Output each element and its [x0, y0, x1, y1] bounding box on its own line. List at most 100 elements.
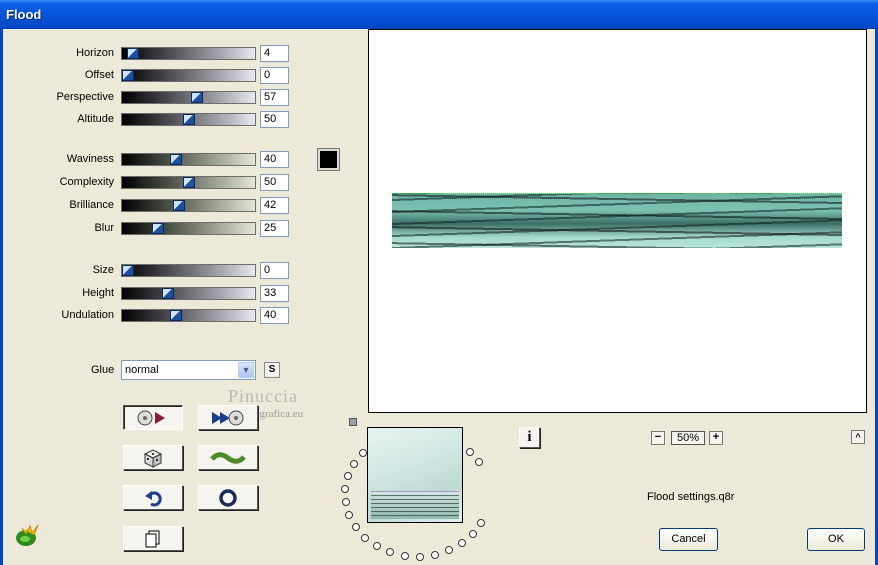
- settings-filename: Flood settings.q8r: [647, 491, 735, 503]
- preview-area[interactable]: [368, 29, 867, 413]
- navigator-dot[interactable]: [431, 550, 440, 559]
- navigator-dot[interactable]: [341, 498, 350, 507]
- wave-button[interactable]: [198, 445, 258, 470]
- slider-thumb[interactable]: [191, 92, 203, 103]
- slider-thumb[interactable]: [170, 310, 182, 321]
- slider-thumb[interactable]: [122, 265, 134, 276]
- navigator-dot[interactable]: [416, 552, 425, 561]
- zoom-out-button[interactable]: −: [651, 431, 665, 445]
- disk-to-play-button[interactable]: [198, 405, 258, 430]
- slider-track[interactable]: [121, 176, 256, 189]
- slider-value-field[interactable]: 57: [260, 89, 289, 106]
- ok-button[interactable]: OK: [807, 528, 865, 551]
- navigator-dot[interactable]: [386, 548, 395, 557]
- slider-thumb[interactable]: [170, 154, 182, 165]
- navigator-corner-handle[interactable]: [349, 418, 357, 426]
- slider-row-height: Height 33: [0, 285, 300, 303]
- navigator-thumbnail[interactable]: [367, 427, 463, 523]
- slider-label: Offset: [84, 69, 114, 81]
- slider-track[interactable]: [121, 309, 256, 322]
- navigator-dot[interactable]: [475, 458, 484, 467]
- random-button[interactable]: [123, 445, 183, 470]
- slider-thumb[interactable]: [152, 223, 164, 234]
- slider-track[interactable]: [121, 264, 256, 277]
- chevron-down-icon[interactable]: ▼: [238, 362, 254, 378]
- navigator-dot[interactable]: [358, 448, 367, 457]
- dice-icon: [143, 448, 163, 468]
- slider-track[interactable]: [121, 91, 256, 104]
- slider-thumb[interactable]: [122, 70, 134, 81]
- undo-icon: [145, 490, 162, 506]
- slider-thumb[interactable]: [173, 200, 185, 211]
- flood-preview-strip: [392, 193, 842, 248]
- slider-label: Undulation: [61, 309, 114, 321]
- slider-value-field[interactable]: 42: [260, 197, 289, 214]
- slider-row-perspective: Perspective 57: [0, 89, 300, 107]
- navigator-dot[interactable]: [351, 523, 360, 532]
- reset-button[interactable]: [198, 485, 258, 510]
- app-logo-icon: [16, 524, 39, 546]
- slider-value-field[interactable]: 50: [260, 174, 289, 191]
- cancel-button[interactable]: Cancel: [659, 528, 718, 551]
- slider-row-size: Size 0: [0, 262, 300, 280]
- info-button[interactable]: i: [519, 427, 540, 448]
- slider-track[interactable]: [121, 287, 256, 300]
- navigator-dot[interactable]: [445, 546, 454, 555]
- navigator-dot[interactable]: [466, 447, 475, 456]
- slider-label: Blur: [94, 222, 114, 234]
- slider-value-field[interactable]: 0: [260, 262, 289, 279]
- glue-dropdown[interactable]: normal ▼: [121, 360, 256, 380]
- slider-row-horizon: Horizon 4: [0, 45, 300, 63]
- glue-selected-value: normal: [125, 364, 159, 376]
- slider-label: Height: [82, 287, 114, 299]
- slider-value-field[interactable]: 25: [260, 220, 289, 237]
- slider-label: Waviness: [66, 153, 114, 165]
- slider-value-field[interactable]: 4: [260, 45, 289, 62]
- navigator-wave: [371, 491, 459, 519]
- collapse-button[interactable]: ^: [851, 430, 865, 444]
- navigator-dot[interactable]: [458, 539, 467, 548]
- slider-track[interactable]: [121, 222, 256, 235]
- slider-value-field[interactable]: 0: [260, 67, 289, 84]
- slider-row-undulation: Undulation 40: [0, 307, 300, 325]
- slider-value-field[interactable]: 40: [260, 151, 289, 168]
- wave-icon: [210, 451, 246, 464]
- slider-row-blur: Blur 25: [0, 220, 300, 238]
- slider-row-waviness: Waviness 40: [0, 151, 300, 169]
- copy-button[interactable]: [123, 526, 183, 551]
- navigator-dot[interactable]: [349, 459, 358, 468]
- navigator-dot[interactable]: [344, 471, 352, 480]
- navigator-dot[interactable]: [400, 552, 409, 561]
- navigator-dot[interactable]: [468, 529, 477, 538]
- slider-track[interactable]: [121, 199, 256, 212]
- navigator-dot[interactable]: [341, 485, 350, 494]
- slider-track[interactable]: [121, 113, 256, 126]
- copy-icon: [145, 530, 160, 547]
- slider-value-field[interactable]: 33: [260, 285, 289, 302]
- navigator-dot[interactable]: [372, 542, 381, 551]
- play-to-disk-button[interactable]: [123, 405, 183, 430]
- disk-to-play-icon: [212, 410, 244, 425]
- slider-thumb[interactable]: [183, 177, 195, 188]
- slider-thumb[interactable]: [183, 114, 195, 125]
- slider-label: Altitude: [77, 113, 114, 125]
- title-bar[interactable]: Flood: [0, 0, 878, 29]
- slider-label: Horizon: [76, 47, 114, 59]
- slider-value-field[interactable]: 40: [260, 307, 289, 324]
- glue-s-button[interactable]: S: [264, 362, 280, 378]
- slider-thumb[interactable]: [162, 288, 174, 299]
- undo-button[interactable]: [123, 485, 183, 510]
- slider-row-offset: Offset 0: [0, 67, 300, 85]
- navigator-dot[interactable]: [345, 511, 354, 520]
- slider-track[interactable]: [121, 153, 256, 166]
- slider-value-field[interactable]: 50: [260, 111, 289, 128]
- color-swatch[interactable]: [317, 148, 340, 171]
- navigator-dot[interactable]: [477, 518, 486, 527]
- zoom-in-button[interactable]: +: [709, 431, 723, 445]
- window-title: Flood: [6, 7, 42, 22]
- slider-thumb[interactable]: [127, 48, 139, 59]
- slider-track[interactable]: [121, 47, 256, 60]
- navigator-dot[interactable]: [361, 533, 370, 542]
- slider-track[interactable]: [121, 69, 256, 82]
- slider-label: Brilliance: [69, 199, 114, 211]
